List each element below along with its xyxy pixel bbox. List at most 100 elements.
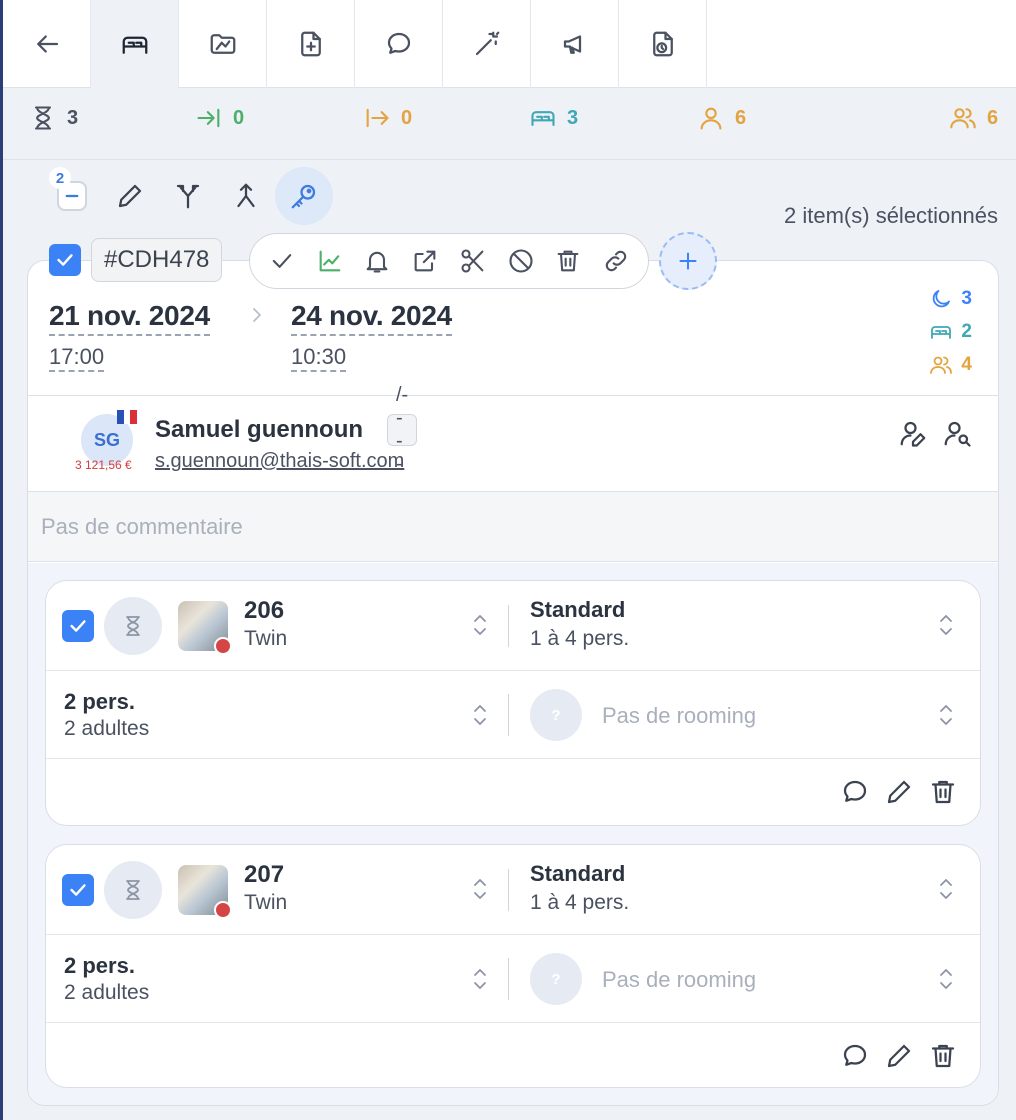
stat-pending: 3 <box>29 104 78 132</box>
user-icon <box>700 107 722 130</box>
moon-icon <box>933 289 951 307</box>
rooming-status: Pas de rooming <box>602 967 757 992</box>
merge-icon <box>237 183 255 208</box>
stats-button[interactable] <box>316 247 344 275</box>
booking-checkbox[interactable] <box>49 244 81 276</box>
room-comment-button[interactable] <box>840 777 870 807</box>
category-select-icon[interactable] <box>938 613 954 637</box>
flag-france-icon <box>117 410 138 424</box>
tab-announcements[interactable] <box>531 0 619 88</box>
room-actions-row <box>46 759 980 827</box>
stat-group: 6 <box>949 104 998 132</box>
room-status-button[interactable] <box>104 597 162 655</box>
room-checkbox[interactable] <box>62 874 94 906</box>
room-delete-button[interactable] <box>928 777 958 807</box>
room-photo <box>178 601 232 655</box>
edit-guest-button[interactable] <box>898 418 928 448</box>
pencil-icon <box>887 780 911 804</box>
room-category: Standard <box>530 861 626 886</box>
user-search-icon <box>944 421 971 447</box>
confirm-button[interactable] <box>268 247 296 275</box>
room-comment-button[interactable] <box>840 1041 870 1071</box>
arrival-icon <box>197 108 220 128</box>
departure-date[interactable]: 24 nov. 2024 <box>291 300 452 336</box>
room-number: 206 <box>244 597 285 624</box>
tab-magic[interactable] <box>443 0 531 88</box>
key-icon <box>291 184 316 209</box>
rooming-avatar: ? <box>530 689 582 741</box>
tab-new-document[interactable] <box>267 0 355 88</box>
category-select-icon[interactable] <box>938 877 954 901</box>
booking-reference[interactable]: #CDH478 <box>91 238 223 282</box>
room-category: Standard <box>530 597 626 622</box>
link-button[interactable] <box>602 247 630 275</box>
user-edit-icon <box>900 421 926 447</box>
room-status-button[interactable] <box>104 861 162 919</box>
add-button[interactable] <box>659 232 717 290</box>
divider <box>508 958 509 1000</box>
room-delete-button[interactable] <box>928 1041 958 1071</box>
nights-value: 3 <box>961 287 972 309</box>
trash-icon <box>931 780 955 804</box>
guest-email-link[interactable]: s.guennoun@thais-soft.com <box>155 450 404 473</box>
departure-time[interactable]: 10:30 <box>291 344 347 372</box>
edit-button[interactable] <box>101 167 159 225</box>
back-button[interactable] <box>3 0 91 88</box>
room-card: 207 Twin Standard 1 à 4 pers. 2 pers. 2 … <box>45 844 981 1088</box>
key-button[interactable] <box>275 167 333 225</box>
stats-bar: 3 0 0 3 6 6 <box>3 88 1016 160</box>
merge-button[interactable] <box>217 167 275 225</box>
status-dot <box>214 901 232 919</box>
guest-balance: 3 121,56 € <box>75 458 132 472</box>
booking-header: #CDH478 <box>49 238 223 282</box>
occupancy-select-icon[interactable] <box>472 703 488 727</box>
tab-rooms[interactable] <box>91 0 179 88</box>
arrival-time[interactable]: 17:00 <box>49 344 105 372</box>
rooming-select-icon[interactable] <box>938 703 954 727</box>
cut-button[interactable] <box>459 247 487 275</box>
split-button[interactable] <box>159 167 217 225</box>
stat-rooms: 3 <box>529 104 578 132</box>
chat-icon <box>387 32 410 54</box>
notify-button[interactable] <box>363 247 391 275</box>
room-edit-button[interactable] <box>884 1041 914 1071</box>
external-link-icon <box>414 250 436 272</box>
occupancy-select-icon[interactable] <box>472 967 488 991</box>
arrival-date[interactable]: 21 nov. 2024 <box>49 300 210 336</box>
search-guest-button[interactable] <box>942 418 972 448</box>
stat-guests-value: 6 <box>735 106 747 129</box>
room-number: 207 <box>244 861 285 888</box>
room-card: 206 Twin Standard 1 à 4 pers. 2 pers. 2 … <box>45 580 981 826</box>
deselect-button[interactable]: 2 <box>43 167 101 225</box>
action-toolbar: 2 <box>43 167 333 225</box>
comment-field[interactable]: Pas de commentaire <box>28 492 998 562</box>
room-persons: 2 pers. <box>64 953 135 978</box>
bed-icon <box>122 36 147 54</box>
users-icon <box>930 356 953 374</box>
room-capacity: 1 à 4 pers. <box>530 891 630 914</box>
tab-messages[interactable] <box>355 0 443 88</box>
split-icon <box>176 184 200 209</box>
divider <box>508 694 509 736</box>
hourglass-icon <box>34 106 52 130</box>
room-type: Twin <box>244 891 288 914</box>
room-select-icon[interactable] <box>472 613 488 637</box>
cancel-button[interactable] <box>507 247 535 275</box>
ban-icon <box>509 249 533 273</box>
room-select-icon[interactable] <box>472 877 488 901</box>
rooming-select-icon[interactable] <box>938 967 954 991</box>
tab-history[interactable] <box>619 0 707 88</box>
divider <box>508 869 509 911</box>
open-external-button[interactable] <box>411 247 439 275</box>
trash-icon <box>557 250 579 272</box>
tab-folder[interactable] <box>179 0 267 88</box>
nights-count: 3 <box>912 282 972 315</box>
room-actions <box>840 777 958 807</box>
top-tab-bar <box>3 0 1016 88</box>
room-edit-button[interactable] <box>884 777 914 807</box>
divider <box>28 395 998 396</box>
guest-code: /---- <box>387 384 418 475</box>
selected-count-badge: 2 <box>49 167 71 189</box>
room-checkbox[interactable] <box>62 610 94 642</box>
delete-button[interactable] <box>554 247 582 275</box>
